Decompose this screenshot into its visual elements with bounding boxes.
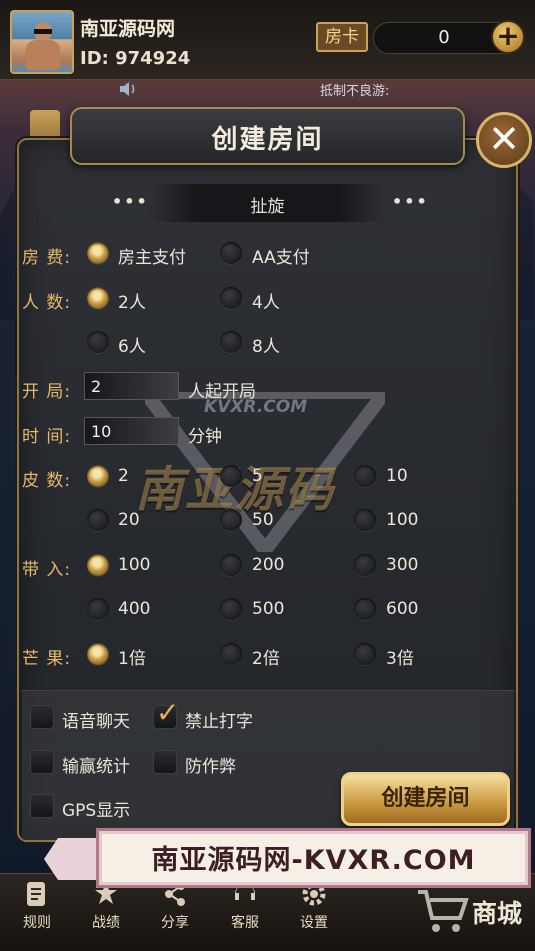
buyin-radio-200[interactable] <box>220 554 242 576</box>
check-icon: ✓ <box>156 696 180 729</box>
add-card-button[interactable]: + <box>491 20 525 54</box>
skin-radio-100[interactable] <box>354 509 376 531</box>
no-typing-checkbox[interactable]: ✓ <box>153 696 179 729</box>
mango-option-2x: 2倍 <box>252 649 280 669</box>
nav-record-label: 战绩 <box>92 915 120 931</box>
nav-settings-label: 设置 <box>300 915 328 931</box>
players-radio-2[interactable] <box>87 287 109 309</box>
mango-radio-1x[interactable] <box>87 643 109 665</box>
skin-label: 皮 数: <box>22 471 72 491</box>
shop-label: 商城 <box>472 899 523 928</box>
gps-display-checkbox[interactable] <box>30 794 54 818</box>
mango-radio-3x[interactable] <box>354 643 376 665</box>
skin-option-20: 20 <box>118 510 140 530</box>
fee-radio-aa[interactable] <box>220 242 242 264</box>
dots-left: ••• <box>112 192 149 211</box>
fee-radio-owner[interactable] <box>87 242 109 264</box>
skin-option-50: 50 <box>252 510 274 530</box>
site-banner-text: 南亚源码网-KVXR.COM <box>151 845 476 876</box>
anti-cheat-label: 防作弊 <box>185 757 236 777</box>
announcement-marquee: 抵制不良游: <box>320 84 390 99</box>
room-card-label: 房卡 <box>316 22 368 52</box>
nav-rules[interactable]: 规则 <box>7 880 67 932</box>
no-typing-label: 禁止打字 <box>185 712 253 732</box>
players-radio-6[interactable] <box>87 331 109 353</box>
mango-option-3x: 3倍 <box>386 649 414 669</box>
fee-label: 房 费: <box>22 248 72 268</box>
win-loss-stats-label: 输赢统计 <box>62 757 130 777</box>
cart-icon <box>416 888 470 944</box>
voice-chat-label: 语音聊天 <box>62 712 130 732</box>
players-option-2: 2人 <box>118 293 146 313</box>
user-id: ID: 974924 <box>80 48 191 69</box>
game-type-selector[interactable]: 扯旋 <box>150 184 385 222</box>
buyin-option-200: 200 <box>252 555 285 575</box>
win-loss-stats-checkbox[interactable] <box>30 750 54 774</box>
nav-support-label: 客服 <box>231 915 259 931</box>
skin-option-5: 5 <box>252 466 263 486</box>
fee-option-aa: AA支付 <box>252 248 310 268</box>
buyin-label: 带 入: <box>22 560 72 580</box>
username: 南亚源码网 <box>80 18 176 40</box>
skin-option-100: 100 <box>386 510 419 530</box>
players-radio-8[interactable] <box>220 331 242 353</box>
voice-chat-checkbox[interactable] <box>30 705 54 729</box>
avatar[interactable] <box>10 10 74 74</box>
players-radio-4[interactable] <box>220 287 242 309</box>
players-option-8: 8人 <box>252 337 280 357</box>
nav-rules-label: 规则 <box>23 915 51 931</box>
mango-radio-2x[interactable] <box>220 643 242 665</box>
time-label: 时 间: <box>22 427 72 447</box>
dots-right: ••• <box>392 192 429 211</box>
start-suffix: 人起开局 <box>188 382 256 402</box>
skin-option-10: 10 <box>386 466 408 486</box>
nav-share-label: 分享 <box>161 915 189 931</box>
buyin-radio-100[interactable] <box>87 554 109 576</box>
speaker-icon <box>118 80 138 98</box>
skin-radio-50[interactable] <box>220 509 242 531</box>
players-option-6: 6人 <box>118 337 146 357</box>
buyin-option-500: 500 <box>252 599 285 619</box>
skin-option-2: 2 <box>118 466 129 486</box>
time-suffix: 分钟 <box>188 427 222 447</box>
buyin-option-100: 100 <box>118 555 151 575</box>
mango-label: 芒 果: <box>22 649 72 669</box>
start-players-input[interactable]: 2 <box>84 372 179 400</box>
skin-radio-20[interactable] <box>87 509 109 531</box>
game-type-label: 扯旋 <box>250 197 285 217</box>
buyin-option-300: 300 <box>386 555 419 575</box>
buyin-radio-300[interactable] <box>354 554 376 576</box>
buyin-option-400: 400 <box>118 599 151 619</box>
dialog-title-bar: 创建房间 <box>70 107 465 165</box>
buyin-radio-500[interactable] <box>220 598 242 620</box>
mango-option-1x: 1倍 <box>118 649 146 669</box>
players-option-4: 4人 <box>252 293 280 313</box>
shop-button[interactable]: 商城 <box>416 884 526 944</box>
buyin-radio-400[interactable] <box>87 598 109 620</box>
skin-radio-5[interactable] <box>220 465 242 487</box>
rules-icon <box>22 880 52 910</box>
gps-display-label: GPS显示 <box>62 801 131 821</box>
dialog-title: 创建房间 <box>211 125 324 155</box>
create-room-button[interactable]: 创建房间 <box>341 772 510 826</box>
skin-radio-2[interactable] <box>87 465 109 487</box>
start-label: 开 局: <box>22 382 72 402</box>
anti-cheat-checkbox[interactable] <box>153 750 177 774</box>
time-input[interactable]: 10 <box>84 417 179 445</box>
buyin-radio-600[interactable] <box>354 598 376 620</box>
fee-option-owner: 房主支付 <box>118 248 186 268</box>
skin-radio-10[interactable] <box>354 465 376 487</box>
top-bar: 南亚源码网 ID: 974924 房卡 0 + <box>0 0 535 80</box>
close-button[interactable]: ✕ <box>476 112 532 168</box>
players-label: 人 数: <box>22 293 72 313</box>
buyin-option-600: 600 <box>386 599 419 619</box>
